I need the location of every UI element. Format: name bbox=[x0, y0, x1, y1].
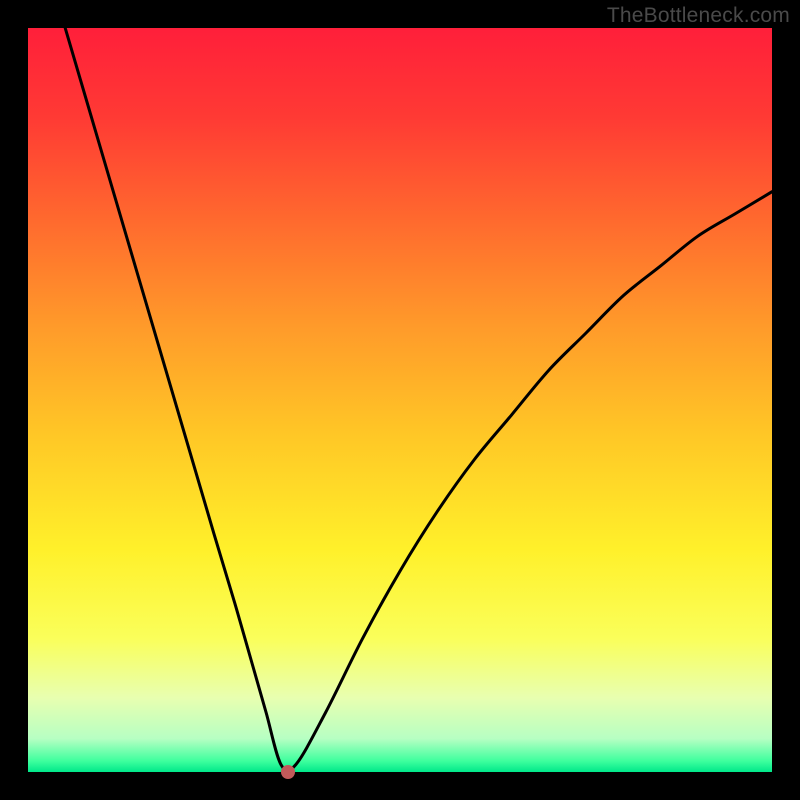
watermark: TheBottleneck.com bbox=[607, 4, 790, 28]
chart-frame: TheBottleneck.com bbox=[0, 0, 800, 800]
optimal-marker bbox=[281, 765, 295, 779]
plot-area bbox=[28, 28, 772, 772]
background-gradient bbox=[28, 28, 772, 772]
